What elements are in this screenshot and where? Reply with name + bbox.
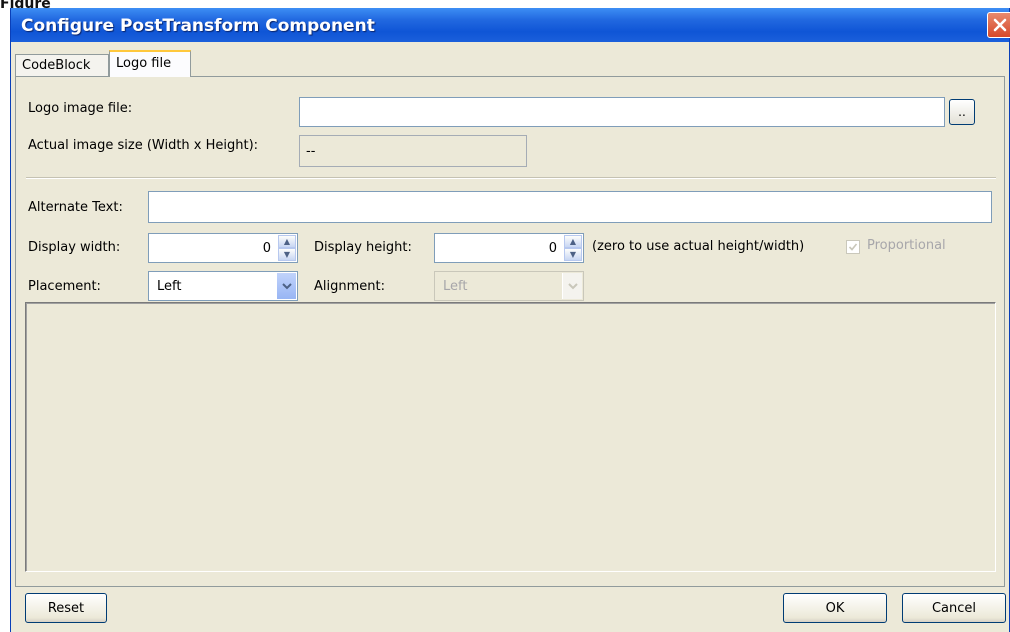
tab-logo-file[interactable]: Logo file bbox=[109, 50, 191, 77]
spin-up-icon[interactable]: ▲ bbox=[278, 235, 296, 248]
checkmark-icon bbox=[848, 243, 858, 251]
tab-codeblock[interactable]: CodeBlock bbox=[15, 54, 109, 76]
proportional-label: Proportional bbox=[867, 238, 946, 253]
placement-select[interactable]: Left bbox=[148, 271, 298, 301]
alternate-text-input[interactable] bbox=[148, 191, 992, 223]
close-icon bbox=[993, 18, 1007, 32]
spin-up-icon[interactable]: ▲ bbox=[564, 235, 582, 248]
placement-dropdown-button[interactable] bbox=[276, 273, 296, 299]
alignment-label: Alignment: bbox=[314, 279, 385, 294]
chevron-down-icon bbox=[567, 282, 578, 289]
window-title: Configure PostTransform Component bbox=[21, 16, 375, 36]
close-button[interactable] bbox=[987, 12, 1010, 38]
display-width-input[interactable]: 0 ▲ ▼ bbox=[148, 233, 298, 263]
display-height-spinner[interactable]: ▲ ▼ bbox=[564, 235, 582, 261]
alignment-value: Left bbox=[443, 278, 468, 294]
chevron-down-icon bbox=[281, 282, 292, 289]
display-width-label: Display width: bbox=[28, 240, 121, 255]
section-divider bbox=[26, 177, 996, 179]
spin-down-icon[interactable]: ▼ bbox=[564, 248, 582, 261]
logo-image-file-input[interactable] bbox=[299, 97, 945, 127]
title-bar[interactable]: Configure PostTransform Component bbox=[11, 8, 1010, 42]
display-width-spinner[interactable]: ▲ ▼ bbox=[278, 235, 296, 261]
cancel-button[interactable]: Cancel bbox=[902, 593, 1006, 623]
actual-size-label: Actual image size (Width x Height): bbox=[28, 138, 259, 153]
placement-value: Left bbox=[157, 278, 182, 294]
display-width-value: 0 bbox=[262, 241, 271, 256]
alignment-dropdown-button bbox=[562, 273, 582, 299]
display-height-label: Display height: bbox=[314, 240, 412, 255]
reset-button[interactable]: Reset bbox=[25, 593, 107, 623]
alignment-select: Left bbox=[434, 271, 584, 301]
browse-button[interactable]: .. bbox=[949, 99, 975, 125]
actual-size-value: -- bbox=[306, 143, 316, 159]
actual-size-field: -- bbox=[299, 135, 527, 167]
configure-dialog: Configure PostTransform Component CodeBl… bbox=[10, 8, 1010, 632]
spin-down-icon[interactable]: ▼ bbox=[278, 248, 296, 261]
zero-hint-text: (zero to use actual height/width) bbox=[592, 239, 805, 254]
display-height-input[interactable]: 0 ▲ ▼ bbox=[434, 233, 584, 263]
ok-button[interactable]: OK bbox=[783, 593, 887, 623]
alternate-text-label: Alternate Text: bbox=[28, 200, 123, 215]
placement-label: Placement: bbox=[28, 279, 101, 294]
page-fragment-text: Figure bbox=[0, 0, 51, 8]
display-height-value: 0 bbox=[548, 241, 557, 256]
proportional-checkbox[interactable] bbox=[846, 240, 860, 254]
image-preview-area bbox=[25, 302, 996, 572]
logo-image-file-label: Logo image file: bbox=[28, 101, 133, 116]
